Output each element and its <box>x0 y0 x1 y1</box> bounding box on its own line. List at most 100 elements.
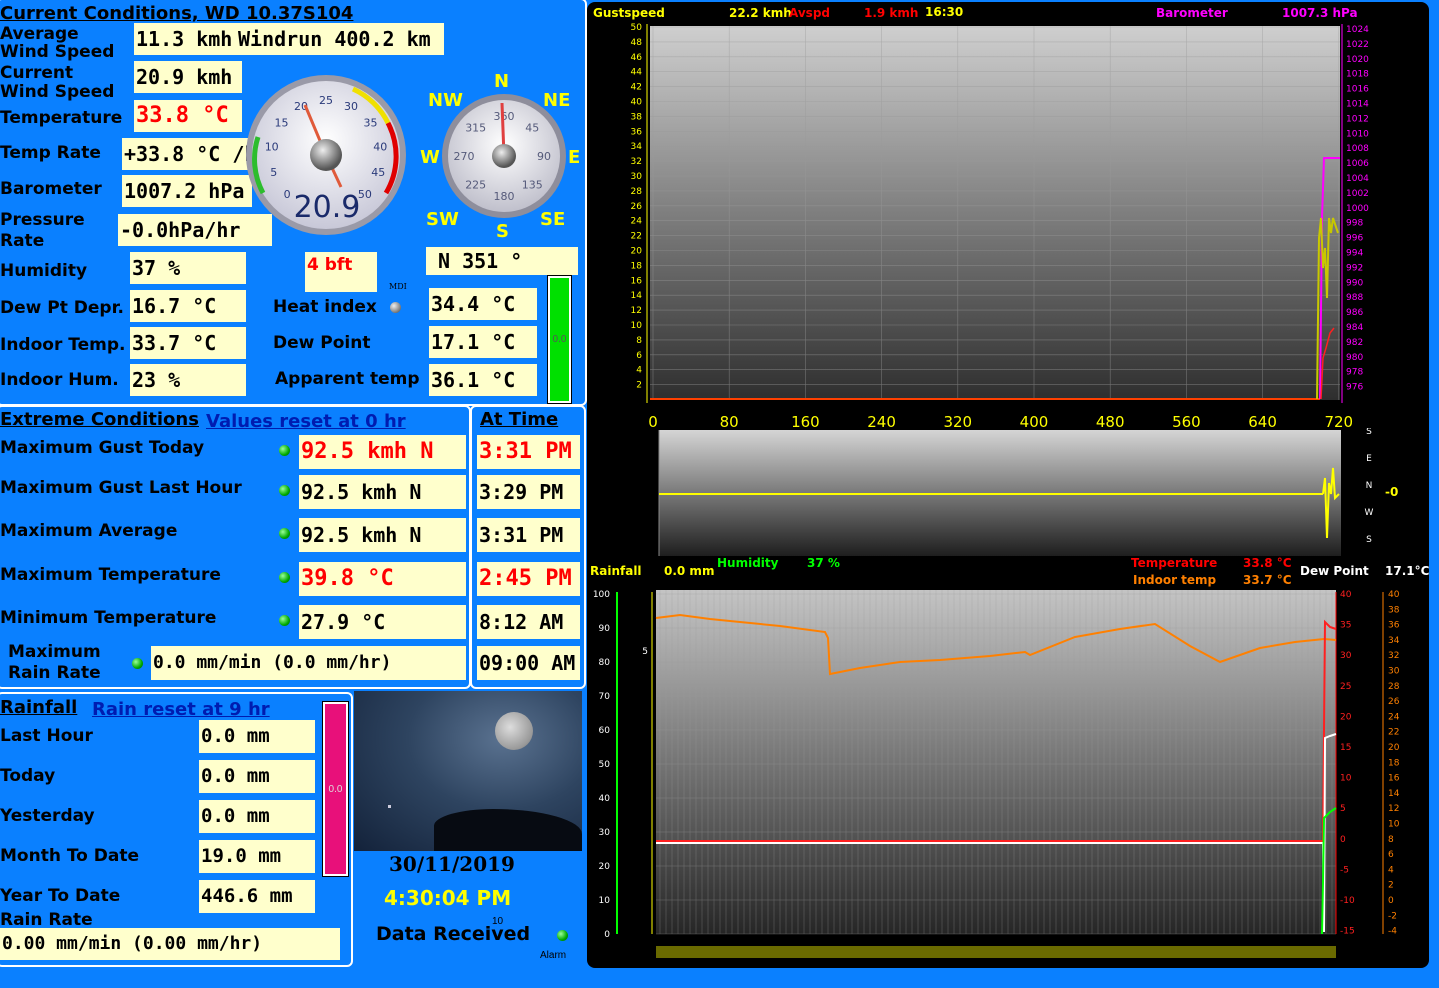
rainfall-graph-value: 0.0 mm <box>664 564 715 578</box>
temperature-axis-tick: 15 <box>1340 743 1351 753</box>
wind-direction-compass: 3604590135180225270315 <box>442 94 566 218</box>
wind-chart-left-tick: 42 <box>631 83 642 93</box>
gauge-tick-label: 10 <box>265 140 279 153</box>
graph-time: 16:30 <box>925 5 964 19</box>
compass-hub <box>492 144 516 168</box>
wind-chart-plot-area <box>650 26 1340 400</box>
dir-axis-labels: S E N W S <box>1365 428 1374 545</box>
dew-graph-label: Dew Point <box>1300 564 1369 578</box>
gauge-hub <box>310 139 342 171</box>
wind-chart-right-tick: 1014 <box>1346 100 1369 110</box>
wind-chart-right-tick: 984 <box>1346 323 1363 333</box>
wind-chart-right-tick: 990 <box>1346 278 1363 288</box>
status-date: 30/11/2019 <box>389 852 515 876</box>
temperature-axis-tick: 30 <box>1340 651 1352 661</box>
dir-axis-label: S <box>1366 428 1372 437</box>
alarm-label: Alarm <box>540 950 567 961</box>
wind-chart-left-tick: 18 <box>631 261 643 271</box>
rain-row-label: Today <box>0 766 56 786</box>
indoor-hum-label: Indoor Hum. <box>0 370 119 390</box>
wind-direction-chart: S E N W S <box>658 428 1374 556</box>
indoor-temp-axis-tick: 32 <box>1388 651 1399 661</box>
dewdepr-value: 16.7 °C <box>130 290 246 322</box>
apparent-temp-label: Apparent temp <box>275 369 420 389</box>
avg-wind-label: Average Wind Speed <box>0 24 115 62</box>
gauge-tick-label: 5 <box>270 166 277 179</box>
extreme-row-value: 92.5 kmh N <box>299 518 466 552</box>
indoor-temp-axis-tick: 22 <box>1388 728 1399 738</box>
indoor-temp-axis-tick: 4 <box>1388 865 1394 875</box>
indoor-temp-axis-tick: 14 <box>1388 789 1400 799</box>
level-bar: 0.0 <box>547 275 572 404</box>
max-rain-value: 0.0 mm/min (0.0 mm/hr) <box>151 646 466 680</box>
humidity-axis-tick: 30 <box>599 828 611 838</box>
gauge-tick-label: 45 <box>371 166 385 179</box>
indoor-temp-axis-tick: 2 <box>1388 881 1394 891</box>
extreme-title: Extreme Conditions <box>0 409 199 430</box>
wind-chart-right-tick: 998 <box>1346 219 1363 229</box>
indoor-temp-axis-tick: 34 <box>1388 636 1400 646</box>
compass-s: S <box>496 221 509 242</box>
apparent-temp-value: 36.1 °C <box>429 364 537 396</box>
beaufort-value: 4 bft <box>305 252 377 292</box>
extreme-row-indicator <box>279 485 290 496</box>
temperature-axis-tick: 10 <box>1340 774 1352 784</box>
heat-index-value: 34.4 °C <box>429 288 537 320</box>
dew-point-value: 17.1 °C <box>429 326 537 358</box>
wind-chart-left-tick: 32 <box>631 157 642 167</box>
extreme-row-value: 27.9 °C <box>299 605 466 639</box>
humidity-value: 37 % <box>130 252 246 284</box>
compass-tick-label: 225 <box>465 178 486 191</box>
wind-chart-right-tick: 978 <box>1346 368 1363 378</box>
extreme-row-indicator <box>279 528 290 539</box>
data-received-indicator <box>557 930 568 941</box>
wind-chart-left-tick: 44 <box>631 68 643 78</box>
extreme-row-label: Minimum Temperature <box>0 608 217 628</box>
moon <box>495 712 533 750</box>
temperature-axis-tick: 5 <box>1340 804 1346 814</box>
extreme-row-time: 3:31 PM <box>477 518 580 552</box>
baro-value: 1007.2 hPa <box>122 175 252 207</box>
temperature-axis-tick: -5 <box>1340 865 1349 875</box>
wind-chart-left-tick: 34 <box>631 142 643 152</box>
gauge-tick-label: 30 <box>344 100 358 113</box>
temperature-humidity-chart: 1009080706050403020100 5 403530252015105… <box>593 590 1400 958</box>
temp-value: 33.8 °C <box>134 100 242 132</box>
time-axis-labels <box>656 946 1336 958</box>
temperature-axis-tick: 25 <box>1340 682 1351 692</box>
indoor-temp-axis-tick: 36 <box>1388 621 1400 631</box>
humidity-axis-ticks: 1009080706050403020100 <box>593 590 610 940</box>
compass-tick-label: 270 <box>454 150 475 163</box>
wind-chart-right-tick: 1008 <box>1346 144 1369 154</box>
star <box>388 805 391 808</box>
wind-chart-right-tick: 1024 <box>1346 25 1369 35</box>
rain-rate-value: 0.00 mm/min (0.00 mm/hr) <box>0 928 340 960</box>
gauge-tick-label: 25 <box>319 94 333 107</box>
temp-rate-value: +33.8 °C /h <box>122 138 248 170</box>
rain-row-value: 446.6 mm <box>199 880 315 913</box>
wind-chart-right-tick: 992 <box>1346 263 1363 273</box>
wind-speed-gauge: 05101520 25 3035404550 20.9 <box>246 75 406 235</box>
extreme-row-time: 8:12 AM <box>477 605 580 639</box>
indoor-temp-axis-tick: 6 <box>1388 850 1394 860</box>
wind-chart-left-tick: 48 <box>631 38 643 48</box>
status-time: 4:30:04 PM <box>384 886 512 910</box>
max-rain-indicator <box>132 658 143 669</box>
humidity-axis-tick: 0 <box>604 930 610 940</box>
humidity-axis-tick: 80 <box>599 658 611 668</box>
dewdepr-label: Dew Pt Depr. <box>0 298 124 318</box>
indoor-temp-axis-tick: 12 <box>1388 804 1399 814</box>
rain-row-label: Last Hour <box>0 726 93 746</box>
data-received-label: Data Received <box>376 923 531 945</box>
indoor-temp-label: Indoor Temp. <box>0 335 126 355</box>
wind-chart-right-tick: 980 <box>1346 353 1363 363</box>
windrun-value: Windrun 400.2 km <box>238 23 444 55</box>
humidity-axis-tick: 50 <box>599 760 611 770</box>
extreme-row-time: 3:29 PM <box>477 475 580 509</box>
heat-index-label: Heat index <box>273 297 377 317</box>
indoor-temp-axis-tick: 28 <box>1388 682 1400 692</box>
pressure-rate-label: Pressure Rate <box>0 210 85 251</box>
current-title: Current Conditions, WD 10.37S104 <box>0 3 354 24</box>
indoor-temp-axis-tick: -4 <box>1388 927 1397 937</box>
dir-axis-label: W <box>1365 508 1374 518</box>
